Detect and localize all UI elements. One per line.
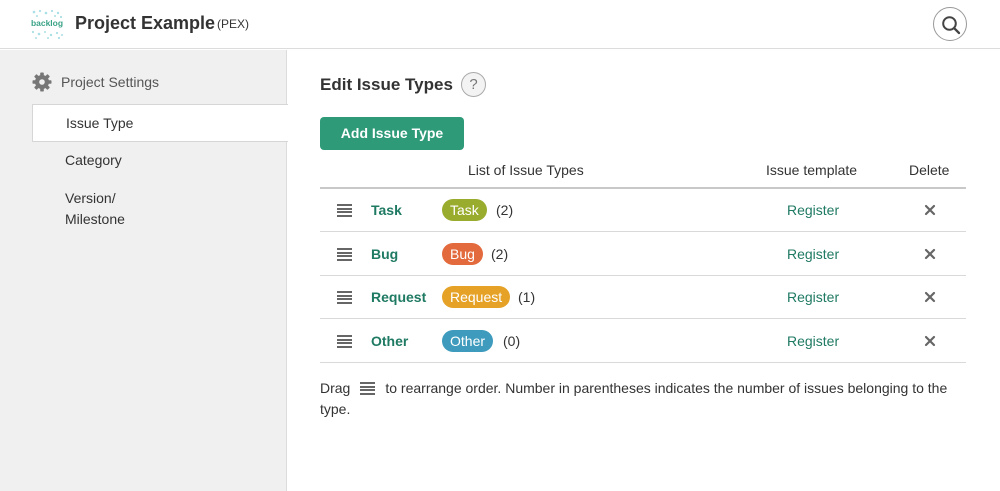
backlog-logo[interactable]: backlog (30, 8, 64, 40)
project-name[interactable]: Project Example (75, 13, 215, 34)
table-row: Task Task (2) Register (320, 189, 966, 232)
register-template-link[interactable]: Register (787, 202, 839, 218)
table-row: Bug Bug (2) Register (320, 233, 966, 276)
settings-sidebar: Project Settings Issue Type Category Ver… (0, 50, 288, 491)
add-issue-type-button[interactable]: Add Issue Type (320, 117, 464, 150)
register-template-link[interactable]: Register (787, 333, 839, 349)
sidebar-item-label: Milestone (65, 211, 125, 227)
issue-type-name-link[interactable]: Other (371, 333, 408, 349)
page-title: Edit Issue Types (320, 75, 453, 94)
issue-type-name-link[interactable]: Request (371, 289, 426, 305)
drag-handle-icon[interactable] (337, 248, 352, 261)
drag-handle-icon[interactable] (337, 291, 352, 304)
search-button[interactable] (933, 7, 967, 41)
sidebar-item-issue-type[interactable]: Issue Type (32, 104, 288, 142)
register-template-link[interactable]: Register (787, 289, 839, 305)
column-header-delete: Delete (909, 162, 950, 178)
delete-icon[interactable] (923, 247, 937, 261)
issue-type-badge: Task (442, 199, 487, 221)
sidebar-heading-label: Project Settings (61, 74, 160, 90)
project-key: (PEX) (217, 17, 250, 31)
sidebar-item-label: Version/ (65, 190, 116, 206)
help-button[interactable]: ? (461, 72, 486, 97)
delete-icon[interactable] (923, 290, 937, 304)
table-row: Request Request (1) Register (320, 276, 966, 319)
issue-type-badge: Other (442, 330, 494, 352)
register-template-link[interactable]: Register (787, 246, 839, 262)
sidebar-item-version-milestone[interactable]: Version/ Milestone (32, 188, 288, 230)
sidebar-item-category[interactable]: Category (32, 151, 288, 169)
help-note-prefix: Drag (320, 380, 351, 396)
issue-type-name-link[interactable]: Task (371, 202, 402, 218)
issue-count: (0) (503, 333, 521, 349)
gear-icon (32, 72, 52, 92)
drag-handle-icon[interactable] (337, 204, 352, 217)
drag-handle-icon (360, 382, 376, 395)
issue-type-badge: Bug (442, 243, 483, 265)
delete-icon[interactable] (923, 203, 937, 217)
drag-handle-icon[interactable] (337, 335, 352, 348)
table-row: Other Other (0) Register (320, 320, 966, 363)
issue-count: (2) (491, 246, 509, 262)
issue-type-badge: Request (442, 286, 511, 308)
column-header-template: Issue template (766, 162, 858, 178)
issue-count: (2) (496, 202, 514, 218)
column-header-list: List of Issue Types (468, 162, 584, 178)
help-note: Drag to rearrange order. Number in parent… (320, 378, 980, 420)
help-note-text: to rearrange order. Number in parenthese… (320, 380, 948, 417)
delete-icon[interactable] (923, 334, 937, 348)
issue-type-name-link[interactable]: Bug (371, 246, 398, 262)
search-icon (942, 16, 961, 35)
top-bar: backlog Project Example (PEX) (0, 0, 1000, 49)
issue-count: (1) (518, 289, 536, 305)
logo-text: backlog (31, 18, 63, 28)
